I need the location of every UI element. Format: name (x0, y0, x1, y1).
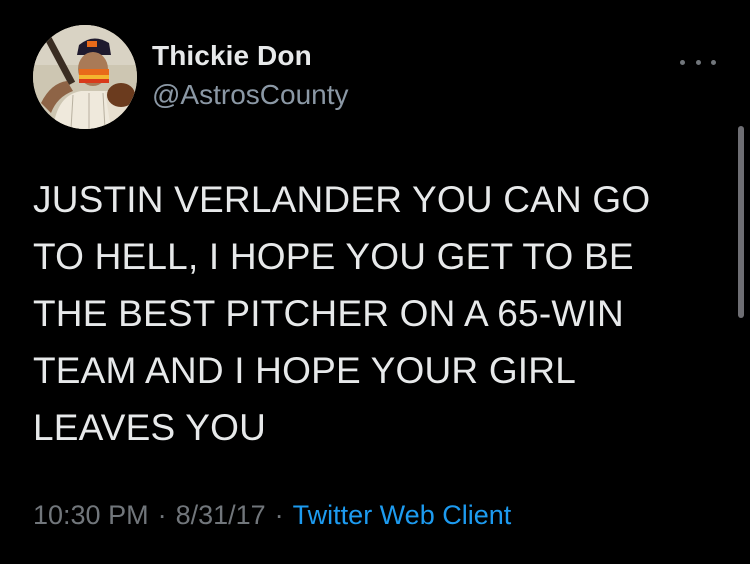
more-horizontal-icon-dot (695, 59, 701, 65)
more-horizontal-icon-dot (711, 59, 716, 65)
tweet: Thickie Don @AstrosCounty JUSTIN VERLAND… (0, 0, 750, 564)
separator-dot: · (157, 500, 167, 530)
tweet-text: JUSTIN VERLANDER YOU CAN GO TO HELL, I H… (33, 179, 651, 448)
tweet-time[interactable]: 10:30 PM (33, 500, 149, 531)
tweet-metadata: 10:30 PM · 8/31/17 · Twitter Web Client (33, 500, 511, 531)
source-client-link[interactable]: Twitter Web Client (293, 500, 512, 531)
avatar-image (33, 25, 137, 129)
more-horizontal-icon (680, 59, 685, 65)
avatar[interactable] (33, 25, 137, 129)
separator-dot: · (274, 500, 284, 530)
display-name[interactable]: Thickie Don (152, 40, 312, 72)
tweet-date[interactable]: 8/31/17 (176, 500, 266, 531)
user-handle[interactable]: @AstrosCounty (152, 79, 349, 111)
scrollbar[interactable] (738, 126, 744, 318)
more-options-button[interactable] (680, 52, 716, 72)
